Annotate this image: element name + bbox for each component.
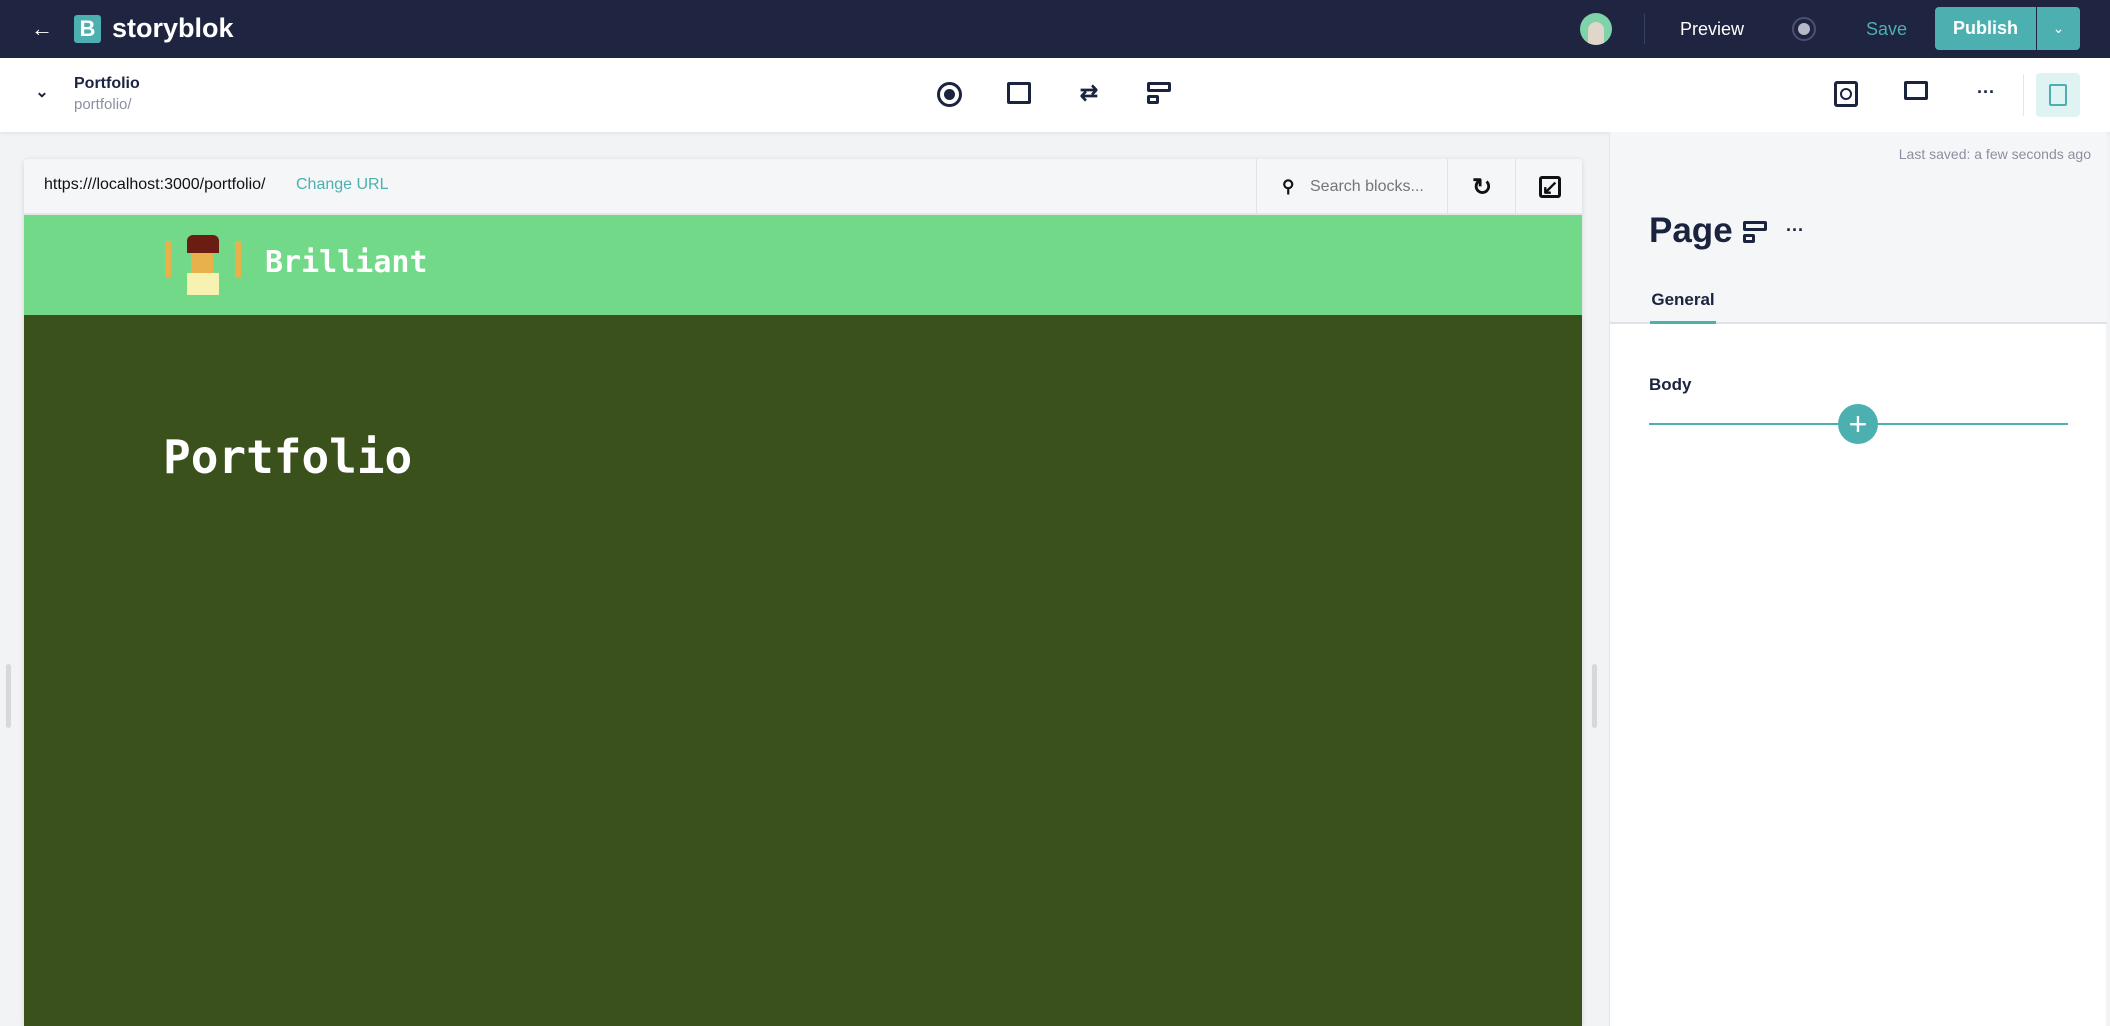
comments-icon[interactable]	[1007, 82, 1031, 104]
visual-editor-icon[interactable]	[937, 82, 962, 107]
story-name: Portfolio	[74, 75, 140, 92]
more-options-icon[interactable]: ···	[1974, 80, 1998, 104]
site-brand[interactable]: Brilliant	[265, 245, 428, 280]
history-icon[interactable]	[1834, 81, 1858, 107]
last-saved-status: Last saved: a few seconds ago	[1898, 146, 2091, 162]
content-panel: Last saved: a few seconds ago Page ··· G…	[1609, 132, 2107, 1026]
search-icon: ⚲	[1282, 177, 1295, 196]
preview-frame: https:///localhost:3000/portfolio/ Chang…	[24, 159, 1582, 1026]
divider	[2023, 74, 2024, 116]
settings-sliders-icon[interactable]: ⇄	[1076, 80, 1102, 106]
preview-button[interactable]: Preview	[1680, 19, 1744, 40]
change-url-link[interactable]: Change URL	[296, 176, 389, 194]
panel-more-icon[interactable]: ···	[1786, 220, 1804, 241]
body-field-label: Body	[1649, 375, 1692, 394]
brand-name: storyblok	[112, 13, 234, 43]
desktop-view-icon[interactable]	[1904, 81, 1928, 100]
panel-toggle-icon	[2049, 84, 2067, 106]
search-blocks-input[interactable]	[1310, 173, 1460, 201]
tab-label: General	[1651, 290, 1715, 309]
record-icon[interactable]	[1792, 17, 1816, 41]
panel-title: Page	[1649, 211, 1733, 250]
add-block-button[interactable]: +	[1838, 404, 1878, 444]
save-button[interactable]: Save	[1866, 19, 1907, 40]
avatar[interactable]	[1580, 13, 1612, 45]
publish-button[interactable]: Publish	[1935, 7, 2036, 50]
tab-general[interactable]: General	[1650, 290, 1716, 324]
back-arrow-icon[interactable]: ←	[30, 16, 54, 41]
site-content: Portfolio	[24, 315, 1582, 1026]
page-heading: Portfolio	[163, 430, 413, 484]
preview-url: https:///localhost:3000/portfolio/	[44, 176, 266, 193]
url-bar: https:///localhost:3000/portfolio/ Chang…	[24, 159, 1582, 215]
open-in-new-icon[interactable]: ↙	[1539, 176, 1561, 199]
publish-options-chevron-icon[interactable]: ⌄	[2037, 7, 2080, 50]
editor-toolbar: ⌄ Portfolio portfolio/ ⇄ ···	[0, 58, 2110, 132]
add-block-icon[interactable]	[1147, 82, 1171, 106]
site-logo-mascot	[161, 235, 245, 295]
resize-handle-left[interactable]	[6, 664, 11, 728]
story-slug: portfolio/	[74, 96, 132, 113]
toggle-panel-button[interactable]	[2036, 73, 2080, 117]
chevron-down-icon[interactable]: ⌄	[32, 82, 52, 102]
top-bar: ← B storyblok Preview Save Publish ⌄	[0, 0, 2110, 58]
reload-icon[interactable]: ↻	[1468, 173, 1496, 201]
resize-handle-right[interactable]	[1592, 664, 1597, 728]
divider	[1644, 14, 1645, 44]
block-schema-icon[interactable]	[1743, 221, 1767, 245]
storyblok-logo-icon: B	[74, 15, 101, 43]
panel-header: Last saved: a few seconds ago Page ··· G…	[1610, 132, 2107, 324]
site-header: Brilliant	[24, 215, 1582, 315]
